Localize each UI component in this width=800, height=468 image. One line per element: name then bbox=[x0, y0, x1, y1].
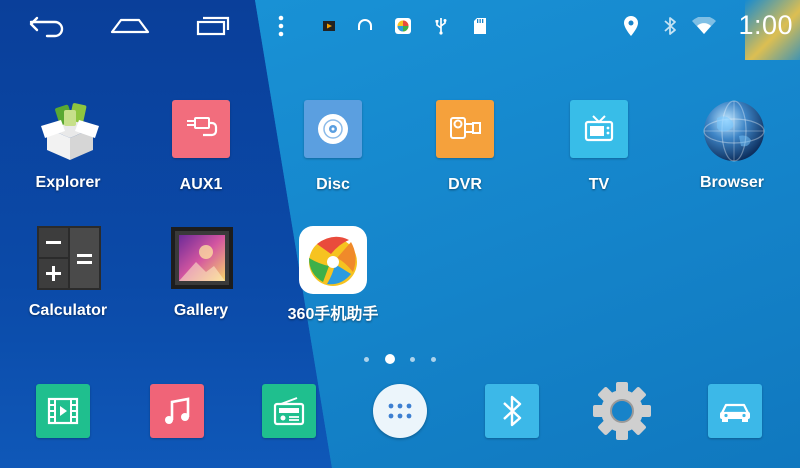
home-icon[interactable] bbox=[105, 0, 155, 52]
gallery-icon bbox=[170, 226, 233, 289]
app-aux1[interactable]: AUX1 bbox=[141, 98, 261, 194]
app-tv[interactable]: TV bbox=[539, 98, 659, 194]
app-label: TV bbox=[588, 176, 610, 193]
dock-music-button[interactable] bbox=[150, 384, 204, 438]
360-assistant-icon bbox=[299, 226, 367, 294]
app-browser[interactable]: Browser bbox=[672, 98, 792, 192]
dock-car-button[interactable] bbox=[708, 384, 762, 438]
sd-card-icon bbox=[470, 0, 490, 52]
explorer-box-icon bbox=[37, 98, 99, 160]
radio-icon bbox=[262, 384, 316, 438]
app-label: Disc bbox=[316, 176, 350, 193]
dock-radio-button[interactable] bbox=[262, 384, 316, 438]
360-app-icon bbox=[393, 0, 413, 52]
recent-apps-icon[interactable] bbox=[187, 0, 237, 52]
aux-cable-icon bbox=[172, 100, 230, 158]
app-dvr[interactable]: DVR bbox=[405, 98, 525, 194]
page-dot[interactable] bbox=[410, 356, 416, 362]
back-icon[interactable] bbox=[22, 0, 72, 52]
page-dot-active[interactable] bbox=[384, 354, 395, 364]
video-film-icon bbox=[36, 384, 90, 438]
dock-settings-button[interactable] bbox=[592, 381, 652, 441]
dock-video-button[interactable] bbox=[36, 384, 90, 438]
wifi-icon bbox=[688, 0, 720, 52]
headset-icon bbox=[355, 0, 375, 52]
app-label: Browser bbox=[699, 174, 765, 191]
page-indicator bbox=[364, 352, 436, 366]
status-bar: 1:00 bbox=[0, 0, 800, 52]
location-icon bbox=[620, 0, 642, 52]
tv-icon bbox=[570, 100, 628, 158]
page-dot[interactable] bbox=[430, 356, 436, 362]
bluetooth-icon bbox=[659, 0, 681, 52]
app-label: 360手机助手 bbox=[287, 306, 379, 323]
app-label: DVR bbox=[448, 176, 482, 193]
app-label: Calculator bbox=[28, 302, 108, 319]
app-label: AUX1 bbox=[179, 176, 223, 193]
page-dot[interactable] bbox=[364, 356, 369, 362]
status-clock: 1:00 bbox=[738, 10, 793, 40]
settings-gear-icon bbox=[592, 381, 652, 441]
app-calculator[interactable]: Calculator bbox=[8, 226, 128, 320]
dvr-camera-icon bbox=[436, 100, 494, 158]
app-drawer-icon bbox=[373, 384, 427, 438]
globe-icon bbox=[701, 98, 765, 162]
bluetooth-icon bbox=[485, 384, 539, 438]
app-label: Gallery bbox=[173, 302, 229, 319]
app-gallery[interactable]: Gallery bbox=[141, 226, 261, 320]
music-note-icon bbox=[150, 384, 204, 438]
overflow-menu-icon[interactable] bbox=[271, 0, 291, 52]
app-drawer-button[interactable] bbox=[373, 384, 427, 438]
dock-bluetooth-button[interactable] bbox=[485, 384, 539, 438]
disc-icon bbox=[304, 100, 362, 158]
app-explorer[interactable]: Explorer bbox=[8, 98, 128, 192]
usb-icon bbox=[431, 0, 451, 52]
app-label: Explorer bbox=[35, 174, 101, 191]
app-360-assistant[interactable]: 360手机助手 bbox=[273, 226, 393, 324]
video-play-icon bbox=[320, 0, 338, 52]
calculator-icon bbox=[37, 226, 101, 290]
car-icon bbox=[708, 384, 762, 438]
app-disc[interactable]: Disc bbox=[273, 98, 393, 194]
